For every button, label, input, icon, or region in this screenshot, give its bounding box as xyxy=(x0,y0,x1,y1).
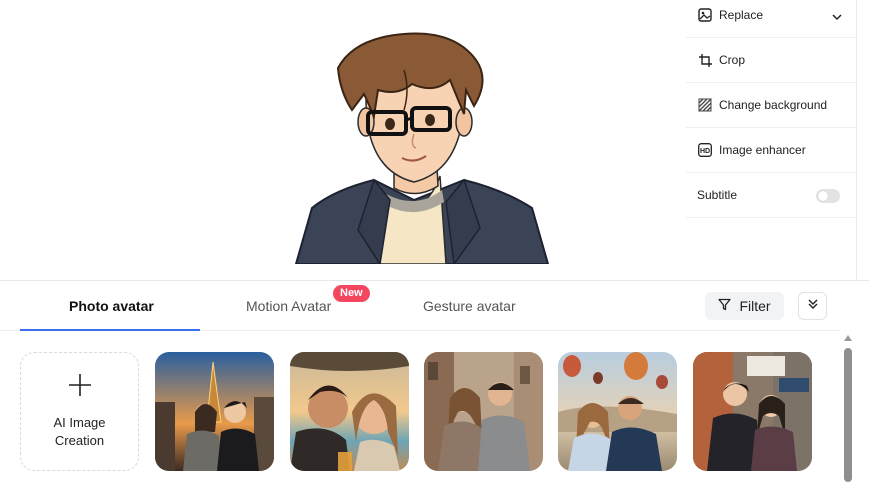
avatar-illustration[interactable] xyxy=(294,30,550,267)
properties-panel: Replace Crop Change background HD Image … xyxy=(686,0,856,280)
crop-row[interactable]: Crop xyxy=(686,38,856,83)
photo-card-3[interactable] xyxy=(424,352,543,471)
image-enhancer-label: Image enhancer xyxy=(719,143,806,157)
double-chevron-down-icon xyxy=(807,297,819,315)
couple-sunset-photo xyxy=(290,352,409,471)
subtitle-label: Subtitle xyxy=(697,188,738,202)
panel-divider xyxy=(856,0,857,280)
couple-street-photo xyxy=(424,352,543,471)
filter-button[interactable]: Filter xyxy=(705,292,784,320)
svg-text:HD: HD xyxy=(700,148,710,155)
subtitle-row: Subtitle xyxy=(686,173,856,218)
filter-label: Filter xyxy=(739,298,771,314)
scroll-up-arrow-icon[interactable] xyxy=(844,335,852,341)
tab-photo-avatar[interactable]: Photo avatar xyxy=(69,298,154,314)
change-background-row[interactable]: Change background xyxy=(686,83,856,128)
photo-card-4[interactable] xyxy=(558,352,677,471)
active-tab-indicator xyxy=(20,329,200,331)
canvas-preview xyxy=(0,0,686,280)
crop-label: Crop xyxy=(719,53,746,67)
photo-card-5[interactable] xyxy=(693,352,812,471)
replace-label: Replace xyxy=(719,8,764,22)
section-divider xyxy=(0,280,869,281)
new-badge: New xyxy=(333,285,370,302)
image-enhancer-row[interactable]: HD Image enhancer xyxy=(686,128,856,173)
scrollbar-thumb[interactable] xyxy=(844,348,852,482)
crop-icon xyxy=(697,52,713,68)
plus-icon xyxy=(68,373,92,402)
chevron-down-icon[interactable] xyxy=(832,8,842,26)
photo-card-2[interactable] xyxy=(290,352,409,471)
hd-icon: HD xyxy=(697,142,713,158)
ai-image-creation-label: AI Image Creation xyxy=(53,415,106,448)
tab-gesture-avatar[interactable]: Gesture avatar xyxy=(423,298,516,314)
image-icon xyxy=(697,7,713,23)
couple-balloons-photo xyxy=(558,352,677,471)
collapse-button[interactable] xyxy=(798,292,827,320)
subtitle-toggle[interactable] xyxy=(816,189,840,203)
replace-row[interactable]: Replace xyxy=(686,0,856,38)
tab-motion-avatar[interactable]: Motion Avatar xyxy=(246,298,331,314)
background-pattern-icon xyxy=(697,97,713,113)
photo-card-1[interactable] xyxy=(155,352,274,471)
couple-city-photo xyxy=(693,352,812,471)
couple-paris-photo xyxy=(155,352,274,471)
change-background-label: Change background xyxy=(719,98,828,112)
filter-icon xyxy=(718,298,732,314)
ai-image-creation-card[interactable]: AI Image Creation xyxy=(20,352,139,471)
